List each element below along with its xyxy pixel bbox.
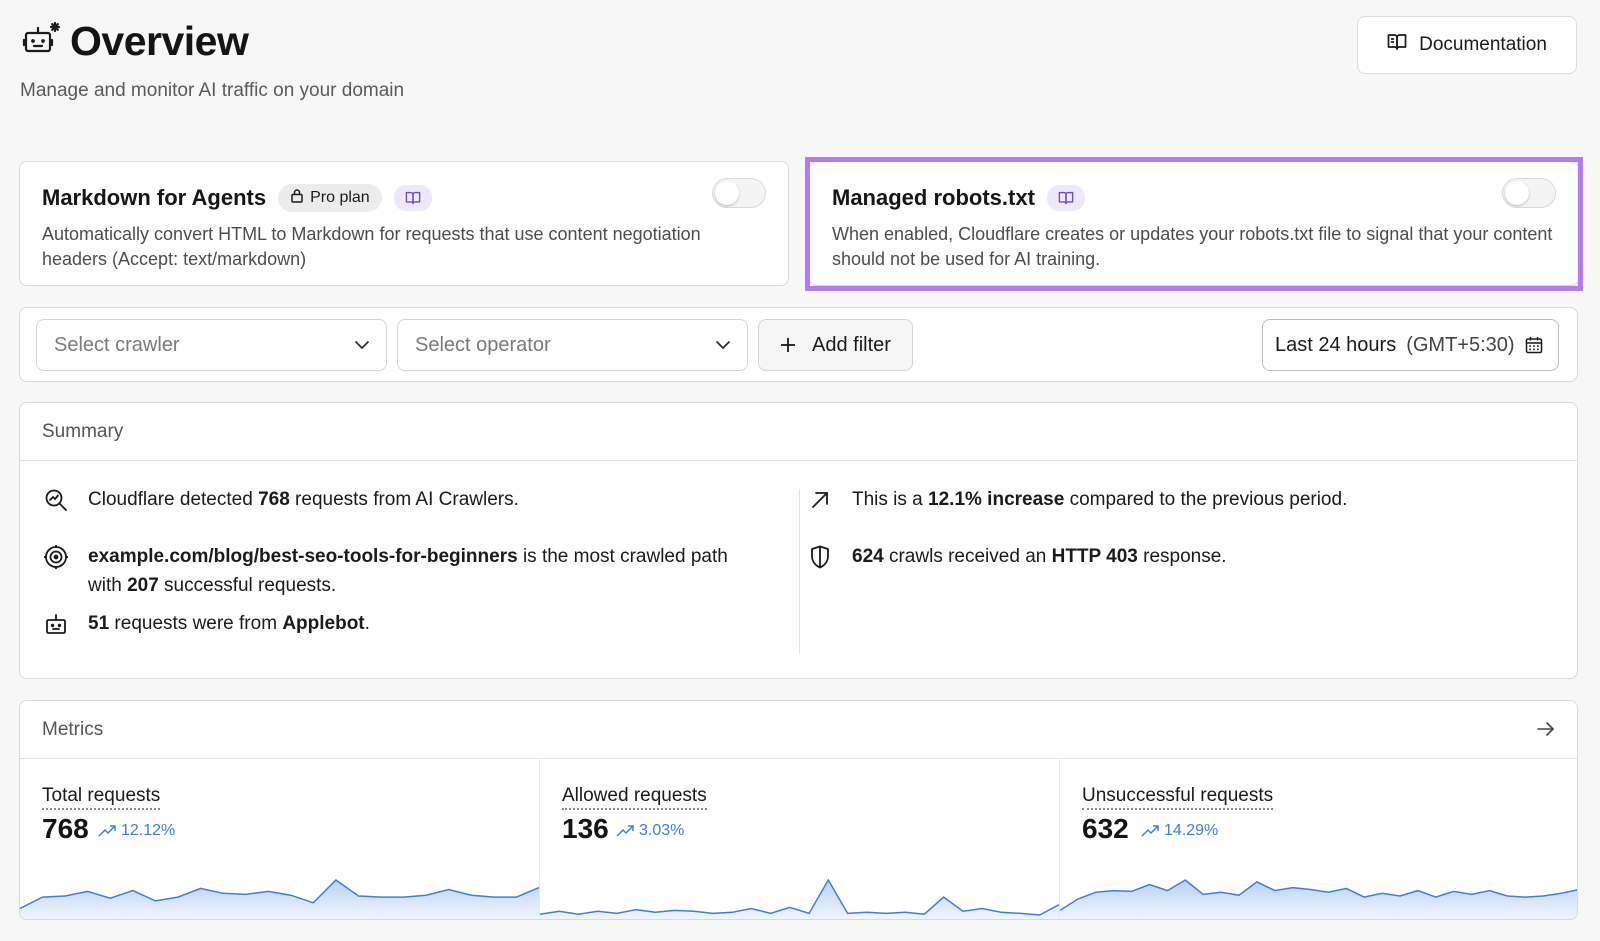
target-icon (42, 542, 70, 571)
documentation-button[interactable]: Documentation (1357, 16, 1577, 74)
metric-delta: 12.12% (98, 822, 175, 840)
lock-icon (290, 188, 304, 208)
operator-select-placeholder: Select operator (415, 333, 551, 356)
trend-up-icon (98, 825, 116, 837)
increase-value: 12.1% increase (928, 489, 1065, 510)
sparkline-total (20, 879, 539, 919)
metric-delta-value: 3.03% (639, 822, 685, 839)
crawler-select-placeholder: Select crawler (54, 333, 180, 356)
sparkline-area (1060, 880, 1577, 919)
pro-plan-label: Pro plan (310, 189, 370, 206)
summary-detected-row: Cloudflare detected 768 requests from AI… (42, 485, 519, 514)
page-header: Overview (22, 18, 249, 65)
search-analytics-icon (42, 485, 70, 514)
blocked-mid: crawls received an (883, 546, 1052, 567)
metric-value: 136 (562, 813, 609, 844)
timezone-label: (GMT+5:30) (1406, 333, 1515, 356)
robot-sparkle-icon (22, 20, 61, 63)
metric-label: Unsuccessful requests (1082, 785, 1274, 810)
metrics-heading: Metrics (20, 701, 1577, 759)
book-icon (1387, 33, 1407, 57)
metric-allowed[interactable]: Allowed requests 136 3.03% (540, 759, 1059, 919)
metrics-panel: Metrics Total requests 768 12.12% Allowe… (19, 700, 1578, 920)
blocked-count: 624 (852, 546, 884, 567)
metric-value: 768 (42, 813, 89, 844)
sparkline-area (20, 880, 539, 919)
time-range-label: Last 24 hours (1275, 333, 1397, 356)
shield-icon (806, 542, 834, 571)
bot-post: . (364, 613, 370, 634)
path-pre2: with (88, 575, 128, 596)
summary-divider (799, 489, 800, 654)
trend-up-icon (616, 825, 634, 837)
bot-mid: requests were from (109, 613, 283, 634)
summary-path-row: example.com/blog/best-seo-tools-for-begi… (42, 542, 782, 600)
operator-select[interactable]: Select operator (397, 319, 748, 371)
markdown-docs-link[interactable] (393, 185, 432, 211)
summary-blocked-row: 624 crawls received an HTTP 403 response… (806, 542, 1227, 571)
arrow-up-right-icon (806, 485, 834, 514)
summary-increase-row: This is a 12.1% increase compared to the… (806, 485, 1347, 514)
summary-panel: Summary Cloudflare detected 768 requests… (19, 402, 1578, 679)
filter-bar: Select crawler Select operator Add filte… (19, 307, 1578, 382)
metric-delta: 3.03% (616, 822, 684, 840)
metric-delta-value: 14.29% (1164, 822, 1219, 839)
summary-heading: Summary (20, 403, 1577, 461)
metric-unsuccessful[interactable]: Unsuccessful requests 632 14.29% (1060, 759, 1577, 919)
trend-up-icon (1141, 825, 1159, 837)
metric-label: Total requests (42, 785, 161, 810)
markdown-agents-title: Markdown for Agents (42, 185, 267, 210)
robot-icon (42, 609, 70, 638)
page-subtitle: Manage and monitor AI traffic on your do… (20, 80, 405, 101)
detected-count: 768 (258, 489, 290, 510)
chevron-down-icon (715, 340, 731, 350)
detected-post: requests from AI Crawlers. (289, 489, 519, 510)
chevron-down-icon (354, 340, 370, 350)
page-title: Overview (70, 18, 249, 64)
sparkline-area (540, 880, 1059, 919)
book-icon (405, 191, 420, 205)
summary-bot-row: 51 requests were from Applebot. (42, 609, 370, 638)
markdown-agents-toggle[interactable] (712, 178, 766, 208)
increase-post: compared to the previous period. (1064, 489, 1348, 510)
increase-pre: This is a (852, 489, 929, 510)
path-mid: is the most crawled path (517, 546, 728, 567)
path-count: 207 (127, 575, 159, 596)
time-range-button[interactable]: Last 24 hours (GMT+5:30) (1262, 319, 1559, 371)
calendar-icon (1525, 337, 1542, 354)
metric-value: 632 (1082, 813, 1129, 844)
path-post: successful requests. (158, 575, 337, 596)
blocked-post: response. (1137, 546, 1227, 567)
bot-name: Applebot (282, 613, 365, 634)
metric-total[interactable]: Total requests 768 12.12% (20, 759, 539, 919)
highlight-frame (805, 157, 1583, 291)
metric-label: Allowed requests (562, 785, 707, 810)
bot-count: 51 (88, 613, 110, 634)
metric-delta-value: 12.12% (121, 822, 176, 839)
documentation-label: Documentation (1419, 34, 1547, 55)
pro-plan-badge: Pro plan (278, 184, 382, 212)
crawler-select[interactable]: Select crawler (36, 319, 387, 371)
markdown-agents-card: Markdown for Agents Pro plan Automatical… (19, 161, 789, 286)
markdown-agents-description: Automatically convert HTML to Markdown f… (42, 224, 701, 269)
detected-pre: Cloudflare detected (88, 489, 259, 510)
sparkline-allowed (540, 878, 1059, 919)
add-filter-label: Add filter (812, 333, 891, 356)
crawled-path: example.com/blog/best-seo-tools-for-begi… (88, 546, 518, 567)
plus-icon (781, 338, 796, 352)
arrow-right-icon[interactable] (1537, 721, 1555, 742)
metric-delta: 14.29% (1141, 822, 1218, 840)
blocked-code: HTTP 403 (1051, 546, 1138, 567)
add-filter-button[interactable]: Add filter (758, 319, 913, 371)
sparkline-unsuccessful (1060, 879, 1577, 919)
